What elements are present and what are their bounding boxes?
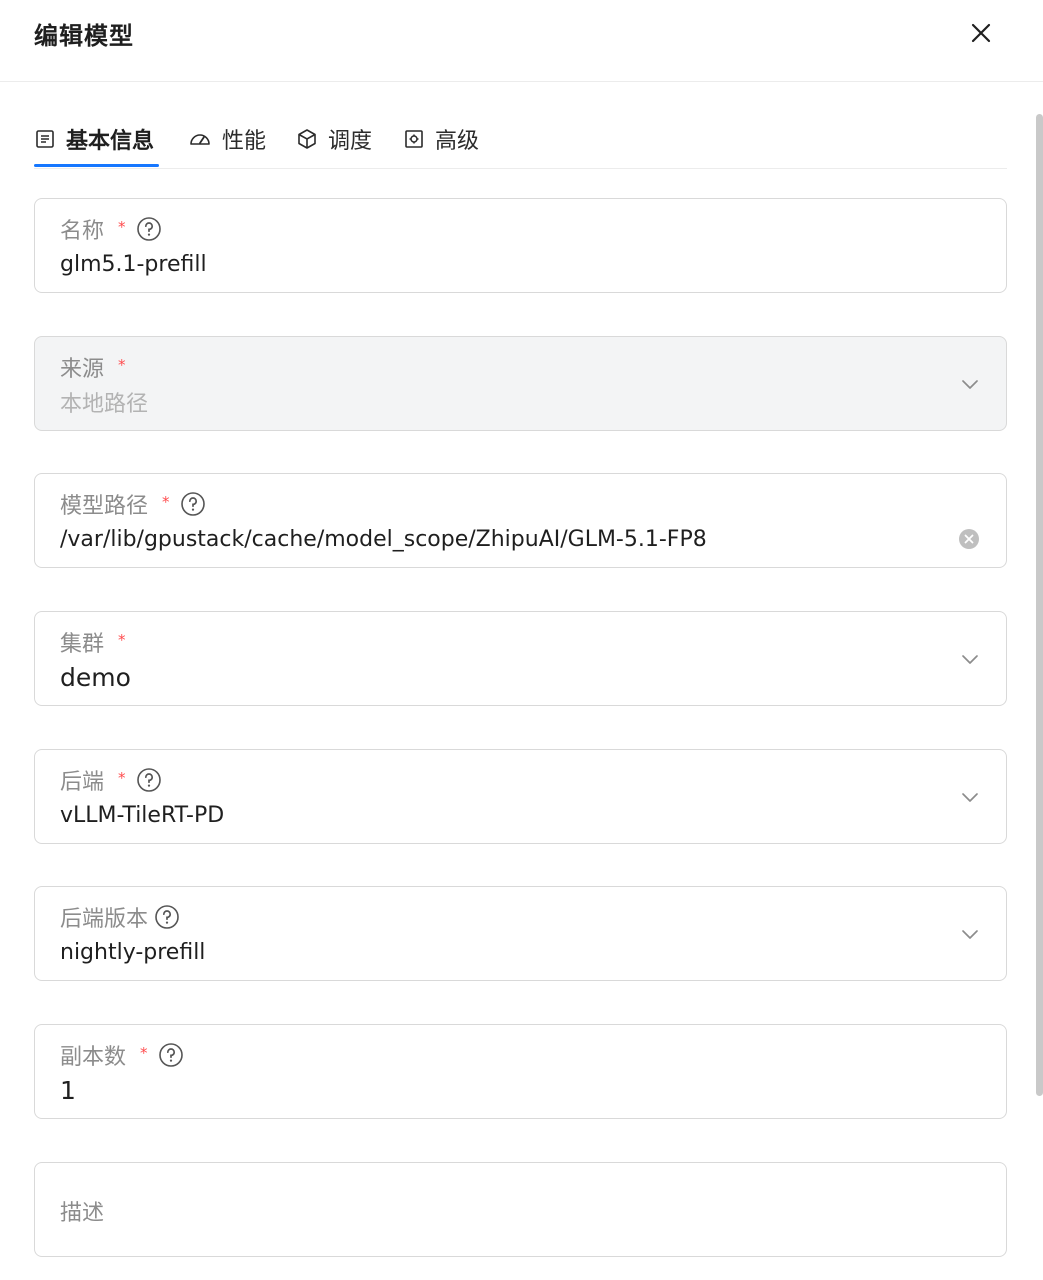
help-icon[interactable] [158,1042,184,1068]
tab-basic-info-label: 基本信息 [66,129,155,154]
model-path-input[interactable]: /var/lib/gpustack/cache/model_scope/Zhip… [60,522,707,556]
close-button[interactable] [964,16,998,50]
cluster-label: 集群 * [60,631,126,657]
chevron-down-icon[interactable] [960,924,980,944]
tab-scheduling-label: 调度 [328,129,373,154]
tab-performance-label: 性能 [222,129,267,154]
backend-version-select[interactable]: 后端版本 nightly-prefill [34,886,1007,981]
tab-basic-info[interactable]: 基本信息 [34,122,154,156]
modal-header: 编辑模型 [0,0,1043,82]
document-icon [36,130,54,148]
tab-bar: 基本信息 性能 调度 高级 [34,110,1007,169]
cube-icon [298,129,316,149]
help-icon[interactable] [154,904,180,930]
model-path-label: 模型路径 * [60,488,206,520]
clear-icon[interactable] [958,528,980,550]
modal-title: 编辑模型 [34,22,134,50]
required-mark: * [162,493,170,511]
active-tab-indicator [34,164,159,167]
help-icon[interactable] [136,767,162,793]
backend-version-value: nightly-prefill [60,939,206,965]
replicas-input[interactable]: 1 [60,1073,76,1107]
help-icon[interactable] [180,491,206,517]
required-mark: * [118,356,126,374]
chevron-down-icon[interactable] [960,649,980,669]
gauge-icon [190,134,210,145]
name-input[interactable]: glm5.1-prefill [60,247,207,281]
backend-label: 后端 * [60,764,162,796]
replicas-label: 副本数 * [60,1039,184,1071]
tab-scheduling[interactable]: 调度 [296,122,372,156]
required-mark: * [118,631,126,649]
backend-version-label: 后端版本 [60,901,180,933]
source-value: 本地路径 [60,392,149,417]
required-mark: * [118,769,126,787]
cluster-select[interactable]: 集群 * demo [34,611,1007,706]
name-field[interactable]: 名称 * glm5.1-prefill [34,198,1007,293]
tab-advanced[interactable]: 高级 [403,122,479,156]
backend-value: vLLM-TileRT-PD [60,802,225,828]
description-placeholder: 描述 [60,1201,105,1226]
name-label: 名称 * [60,213,162,245]
description-textarea[interactable]: 描述 [34,1162,1007,1257]
scrollbar[interactable] [1036,114,1043,1096]
chevron-down-icon[interactable] [960,787,980,807]
help-icon[interactable] [136,216,162,242]
backend-select[interactable]: 后端 * vLLM-TileRT-PD [34,749,1007,844]
required-mark: * [118,218,126,236]
chevron-down-icon [962,380,978,389]
source-select: 来源 * 本地路径 [34,336,1007,431]
source-label: 来源 * [60,356,126,382]
tab-performance[interactable]: 性能 [188,122,266,156]
close-icon [971,23,991,43]
model-path-field[interactable]: 模型路径 * /var/lib/gpustack/cache/model_sco… [34,473,1007,568]
gear-box-icon [405,130,423,148]
cluster-value: demo [60,662,131,692]
tab-advanced-label: 高级 [435,129,480,154]
required-mark: * [140,1044,148,1062]
replicas-field[interactable]: 副本数 * 1 [34,1024,1007,1119]
